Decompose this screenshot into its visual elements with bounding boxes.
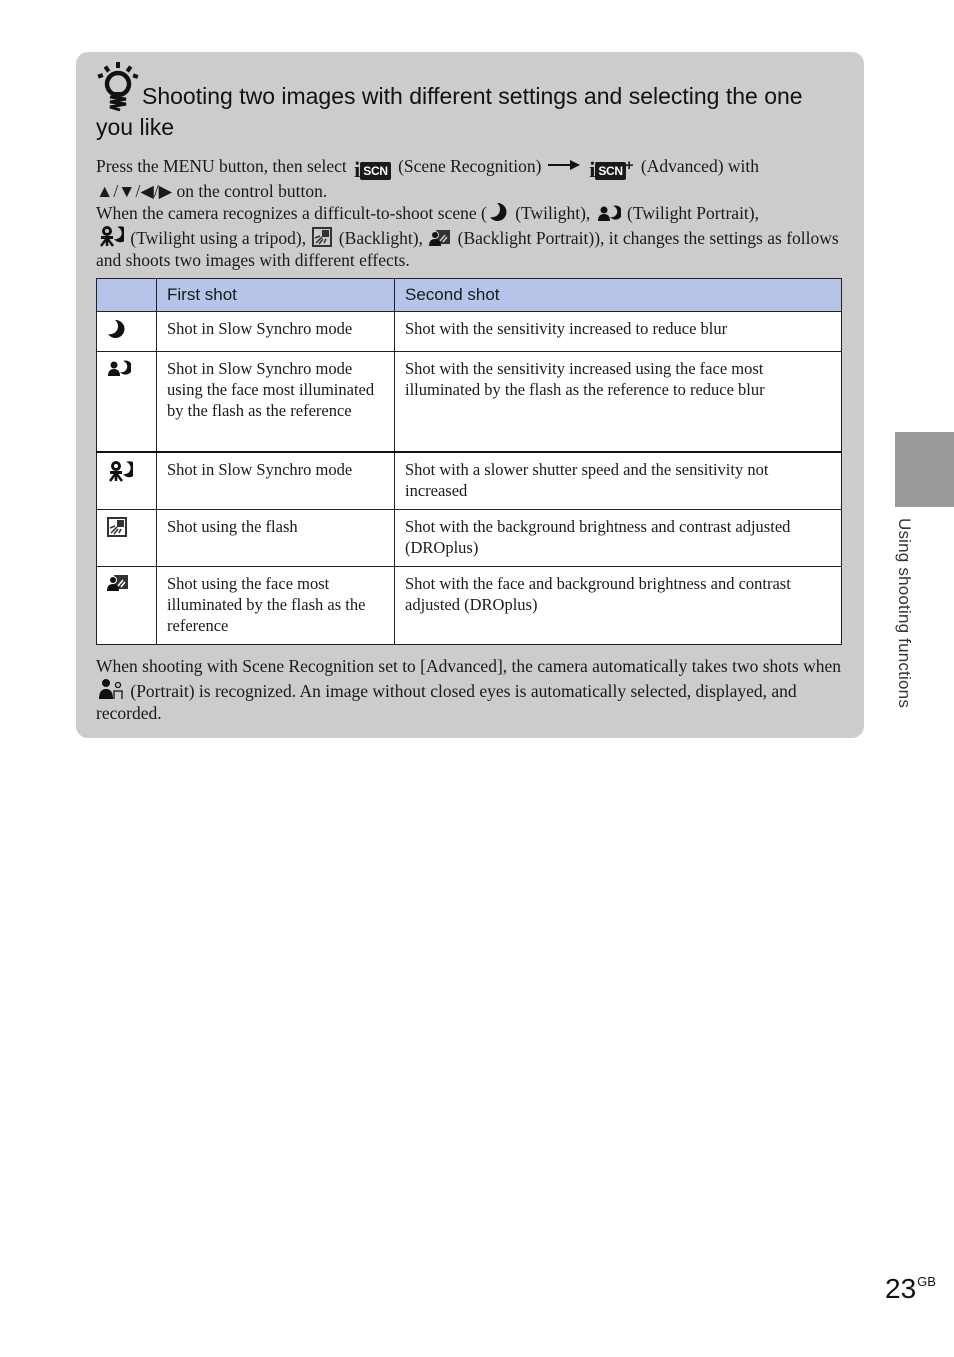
backlight-portrait-icon	[429, 229, 451, 247]
instruction-text: (Advanced) with	[640, 156, 760, 176]
iscn-plus-advanced-icon: i SCN +	[589, 157, 634, 181]
portrait-text: (Portrait) is recognized. An image witho…	[96, 680, 797, 724]
section-tab	[895, 432, 954, 507]
second-shot-cell: Shot with the face and background bright…	[394, 566, 842, 645]
instruction-text: (Scene Recognition)	[398, 156, 542, 176]
twilight-icon	[107, 319, 127, 343]
page-number-value: 23	[885, 1273, 917, 1304]
second-shot-cell: Shot with the background brightness and …	[394, 509, 842, 567]
tip-box: Shooting two images with different setti…	[76, 52, 864, 738]
portrait-paragraph: When shooting with Scene Recognition set…	[96, 655, 846, 725]
section-label: Using shooting functions	[895, 518, 914, 709]
iscn-scn-glyph: SCN	[360, 162, 391, 180]
portrait-icon	[98, 678, 124, 700]
scene-text: (Twilight),	[515, 203, 591, 223]
plus-glyph: +	[624, 157, 634, 174]
portrait-text: When shooting with Scene Recognition set…	[96, 656, 842, 676]
table-header-icon	[96, 278, 157, 312]
row-icon-cell	[96, 451, 157, 510]
table-row: Shot in Slow Synchro mode Shot with the …	[96, 311, 842, 352]
table-header-row: First shot Second shot	[96, 278, 842, 312]
instruction-paragraph: Press the MENU button, then select i SCN …	[96, 153, 846, 203]
first-shot-cell: Shot in Slow Synchro mode	[156, 311, 395, 352]
table-row: Shot in Slow Synchro mode using the face…	[96, 351, 842, 453]
first-shot-cell: Shot using the flash	[156, 509, 395, 567]
row-icon-cell	[96, 509, 157, 567]
twilight-portrait-icon	[107, 360, 133, 381]
table-row: Shot using the face most illuminated by …	[96, 566, 842, 645]
scene-text: When the camera recognizes a difficult-t…	[96, 203, 487, 223]
row-icon-cell	[96, 311, 157, 352]
table-header-second-shot: Second shot	[394, 278, 842, 312]
instruction-text: Press the MENU button, then select	[96, 156, 347, 176]
table-row: Shot in Slow Synchro mode Shot with a sl…	[96, 451, 842, 510]
lightbulb-hint-icon	[96, 62, 140, 112]
twilight-tripod-icon	[98, 225, 124, 247]
scene-text: (Twilight using a tripod),	[130, 227, 307, 248]
scene-paragraph: When the camera recognizes a difficult-t…	[96, 202, 846, 272]
table-row: Shot using the flash Shot with the backg…	[96, 509, 842, 567]
tip-title-text: Shooting two images with different setti…	[96, 83, 803, 140]
first-shot-cell: Shot in Slow Synchro mode	[156, 451, 395, 510]
iscn-scene-recognition-icon: i SCN	[354, 159, 391, 181]
second-shot-cell: Shot with a slower shutter speed and the…	[394, 451, 842, 510]
backlight-icon	[312, 226, 333, 247]
right-arrow-icon	[547, 153, 580, 176]
row-icon-cell	[96, 351, 157, 453]
page-number: 23GB	[885, 1266, 936, 1305]
twilight-tripod-icon	[107, 461, 138, 486]
scene-text: (Twilight Portrait),	[627, 203, 759, 223]
first-shot-cell: Shot in Slow Synchro mode using the face…	[156, 351, 395, 453]
page-number-suffix: GB	[917, 1274, 936, 1289]
control-button-text: ▲/▼/◀/▶ on the control button.	[96, 181, 328, 201]
twilight-portrait-icon	[597, 204, 621, 222]
first-shot-cell: Shot using the face most illuminated by …	[156, 566, 395, 645]
second-shot-cell: Shot with the sensitivity increased usin…	[394, 351, 842, 453]
backlight-portrait-icon	[107, 575, 129, 596]
table-header-first-shot: First shot	[156, 278, 395, 312]
second-shot-cell: Shot with the sensitivity increased to r…	[394, 311, 842, 352]
scene-text: (Backlight),	[338, 227, 423, 248]
backlight-icon	[107, 517, 127, 541]
shots-table: First shot Second shot Shot in Slow Sync…	[96, 278, 842, 645]
row-icon-cell	[96, 566, 157, 645]
iscn-scn-glyph: SCN	[595, 162, 626, 180]
tip-title: Shooting two images with different setti…	[96, 62, 846, 143]
twilight-icon	[489, 202, 509, 222]
